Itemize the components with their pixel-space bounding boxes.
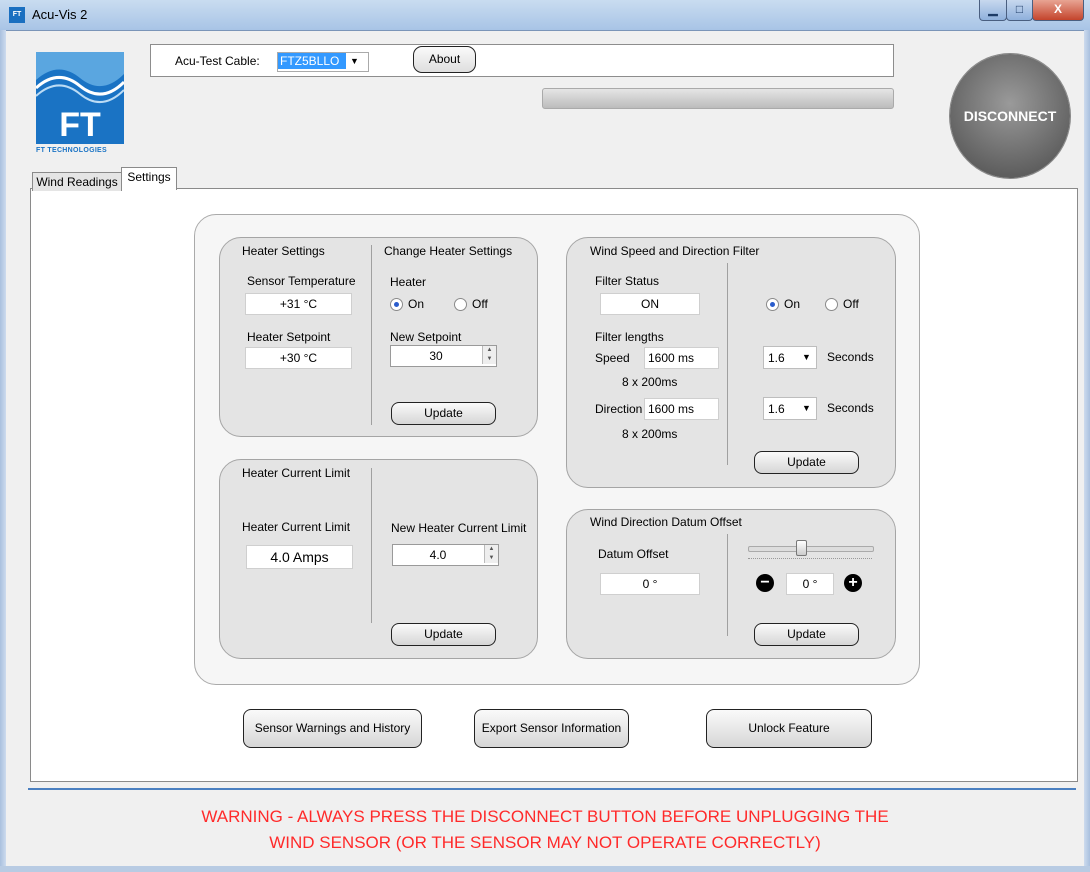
datum-offset-label: Datum Offset bbox=[598, 547, 669, 561]
direction-label: Direction bbox=[595, 402, 643, 416]
chevron-down-icon[interactable]: ▼ bbox=[350, 53, 359, 69]
direction-seconds-label: Seconds bbox=[827, 401, 874, 415]
plus-icon[interactable]: + bbox=[844, 574, 862, 592]
current-limit-update-button[interactable]: Update bbox=[391, 623, 496, 646]
speed-seconds-value[interactable]: 1.6 bbox=[768, 351, 785, 365]
divider bbox=[727, 263, 728, 465]
chevron-down-icon[interactable]: ▼ bbox=[802, 352, 811, 362]
speed-seconds-dropdown[interactable]: 1.6 ▼ bbox=[763, 346, 817, 369]
window-border-bottom bbox=[0, 866, 1090, 872]
heater-on-label: On bbox=[408, 297, 425, 311]
datum-update-button[interactable]: Update bbox=[754, 623, 859, 646]
datum-slider-ticks bbox=[748, 558, 872, 561]
sensor-temperature-label: Sensor Temperature bbox=[247, 274, 356, 288]
heater-current-limit-title: Heater Current Limit bbox=[242, 466, 351, 480]
divider bbox=[371, 245, 372, 425]
spin-arrows-icon[interactable]: ▲ ▼ bbox=[484, 545, 498, 563]
about-button[interactable]: About bbox=[413, 46, 476, 73]
current-limit-value: 4.0 Amps bbox=[246, 545, 353, 569]
progress-bar bbox=[542, 88, 894, 109]
speed-note: 8 x 200ms bbox=[622, 375, 678, 389]
minimize-button[interactable]: ▁ bbox=[979, 0, 1007, 21]
datum-slider-track[interactable] bbox=[748, 546, 874, 552]
close-button[interactable]: X bbox=[1032, 0, 1084, 21]
current-limit-label: Heater Current Limit bbox=[242, 520, 351, 534]
spin-arrows-icon[interactable]: ▲ ▼ bbox=[482, 346, 496, 364]
speed-value: 1600 ms bbox=[644, 347, 719, 369]
maximize-button[interactable]: □ bbox=[1006, 0, 1033, 21]
filter-on-radio[interactable] bbox=[766, 298, 779, 311]
wave-logo-icon: FT bbox=[36, 52, 124, 144]
filter-on-label: On bbox=[784, 297, 801, 311]
heater-update-button[interactable]: Update bbox=[391, 402, 496, 425]
speed-seconds-label: Seconds bbox=[827, 350, 874, 364]
filter-off-label: Off bbox=[843, 297, 859, 311]
warning-line-2: WIND SENSOR (OR THE SENSOR MAY NOT OPERA… bbox=[269, 833, 821, 852]
divider bbox=[727, 534, 728, 636]
filter-status-label: Filter Status bbox=[595, 274, 660, 288]
direction-value: 1600 ms bbox=[644, 398, 719, 420]
filter-off-radio[interactable] bbox=[825, 298, 838, 311]
heater-settings-title: Heater Settings bbox=[242, 244, 325, 258]
cable-label: Acu-Test Cable: bbox=[175, 54, 260, 68]
datum-slider-thumb[interactable] bbox=[796, 540, 808, 556]
divider bbox=[371, 468, 372, 623]
tab-wind-readings[interactable]: Wind Readings bbox=[32, 172, 122, 191]
heater-setpoint-value: +30 °C bbox=[245, 347, 352, 369]
cable-panel bbox=[150, 44, 894, 77]
datum-stepper-value[interactable]: 0 ° bbox=[786, 573, 834, 595]
export-sensor-info-button[interactable]: Export Sensor Information bbox=[474, 709, 629, 748]
warning-line-1: WARNING - ALWAYS PRESS THE DISCONNECT BU… bbox=[201, 807, 889, 826]
logo-caption: FT TECHNOLOGIES bbox=[36, 147, 107, 154]
heater-off-label: Off bbox=[472, 297, 488, 311]
minus-icon[interactable]: − bbox=[756, 574, 774, 592]
unlock-feature-button[interactable]: Unlock Feature bbox=[706, 709, 872, 748]
new-current-limit-stepper[interactable]: 4.0 ▲ ▼ bbox=[392, 544, 499, 566]
app-icon: FT bbox=[9, 7, 25, 23]
window-title: Acu-Vis 2 bbox=[32, 7, 88, 22]
window-border-right bbox=[1084, 30, 1090, 872]
window-border-left bbox=[0, 30, 6, 872]
filter-title: Wind Speed and Direction Filter bbox=[590, 244, 760, 258]
filter-update-button[interactable]: Update bbox=[754, 451, 859, 474]
heater-setpoint-label: Heater Setpoint bbox=[247, 330, 331, 344]
datum-offset-title: Wind Direction Datum Offset bbox=[590, 515, 742, 529]
new-setpoint-label: New Setpoint bbox=[390, 330, 462, 344]
heater-on-radio[interactable] bbox=[390, 298, 403, 311]
direction-seconds-value[interactable]: 1.6 bbox=[768, 402, 785, 416]
filter-lengths-label: Filter lengths bbox=[595, 330, 664, 344]
cable-dropdown-value[interactable]: FTZ5BLLO bbox=[278, 53, 346, 69]
chevron-down-icon[interactable]: ▼ bbox=[802, 403, 811, 413]
speed-label: Speed bbox=[595, 351, 630, 365]
new-setpoint-value[interactable]: 30 bbox=[391, 349, 481, 363]
new-current-limit-value[interactable]: 4.0 bbox=[393, 548, 483, 562]
sensor-temperature-value: +31 °C bbox=[245, 293, 352, 315]
separator-line bbox=[28, 788, 1076, 790]
direction-seconds-dropdown[interactable]: 1.6 ▼ bbox=[763, 397, 817, 420]
new-setpoint-stepper[interactable]: 30 ▲ ▼ bbox=[390, 345, 497, 367]
filter-status-value: ON bbox=[600, 293, 700, 315]
tab-settings[interactable]: Settings bbox=[121, 167, 177, 190]
heater-label: Heater bbox=[390, 275, 427, 289]
ft-logo: FT bbox=[36, 52, 124, 144]
datum-offset-value: 0 ° bbox=[600, 573, 700, 595]
sensor-warnings-button[interactable]: Sensor Warnings and History bbox=[243, 709, 422, 748]
change-heater-settings-title: Change Heater Settings bbox=[384, 244, 513, 258]
warning-message: WARNING - ALWAYS PRESS THE DISCONNECT BU… bbox=[0, 804, 1090, 856]
logo-letters: FT bbox=[59, 106, 101, 144]
disconnect-button[interactable]: DISCONNECT bbox=[950, 54, 1070, 178]
new-current-limit-label: New Heater Current Limit bbox=[391, 521, 527, 535]
heater-off-radio[interactable] bbox=[454, 298, 467, 311]
direction-note: 8 x 200ms bbox=[622, 427, 678, 441]
title-bar[interactable] bbox=[0, 0, 1090, 31]
